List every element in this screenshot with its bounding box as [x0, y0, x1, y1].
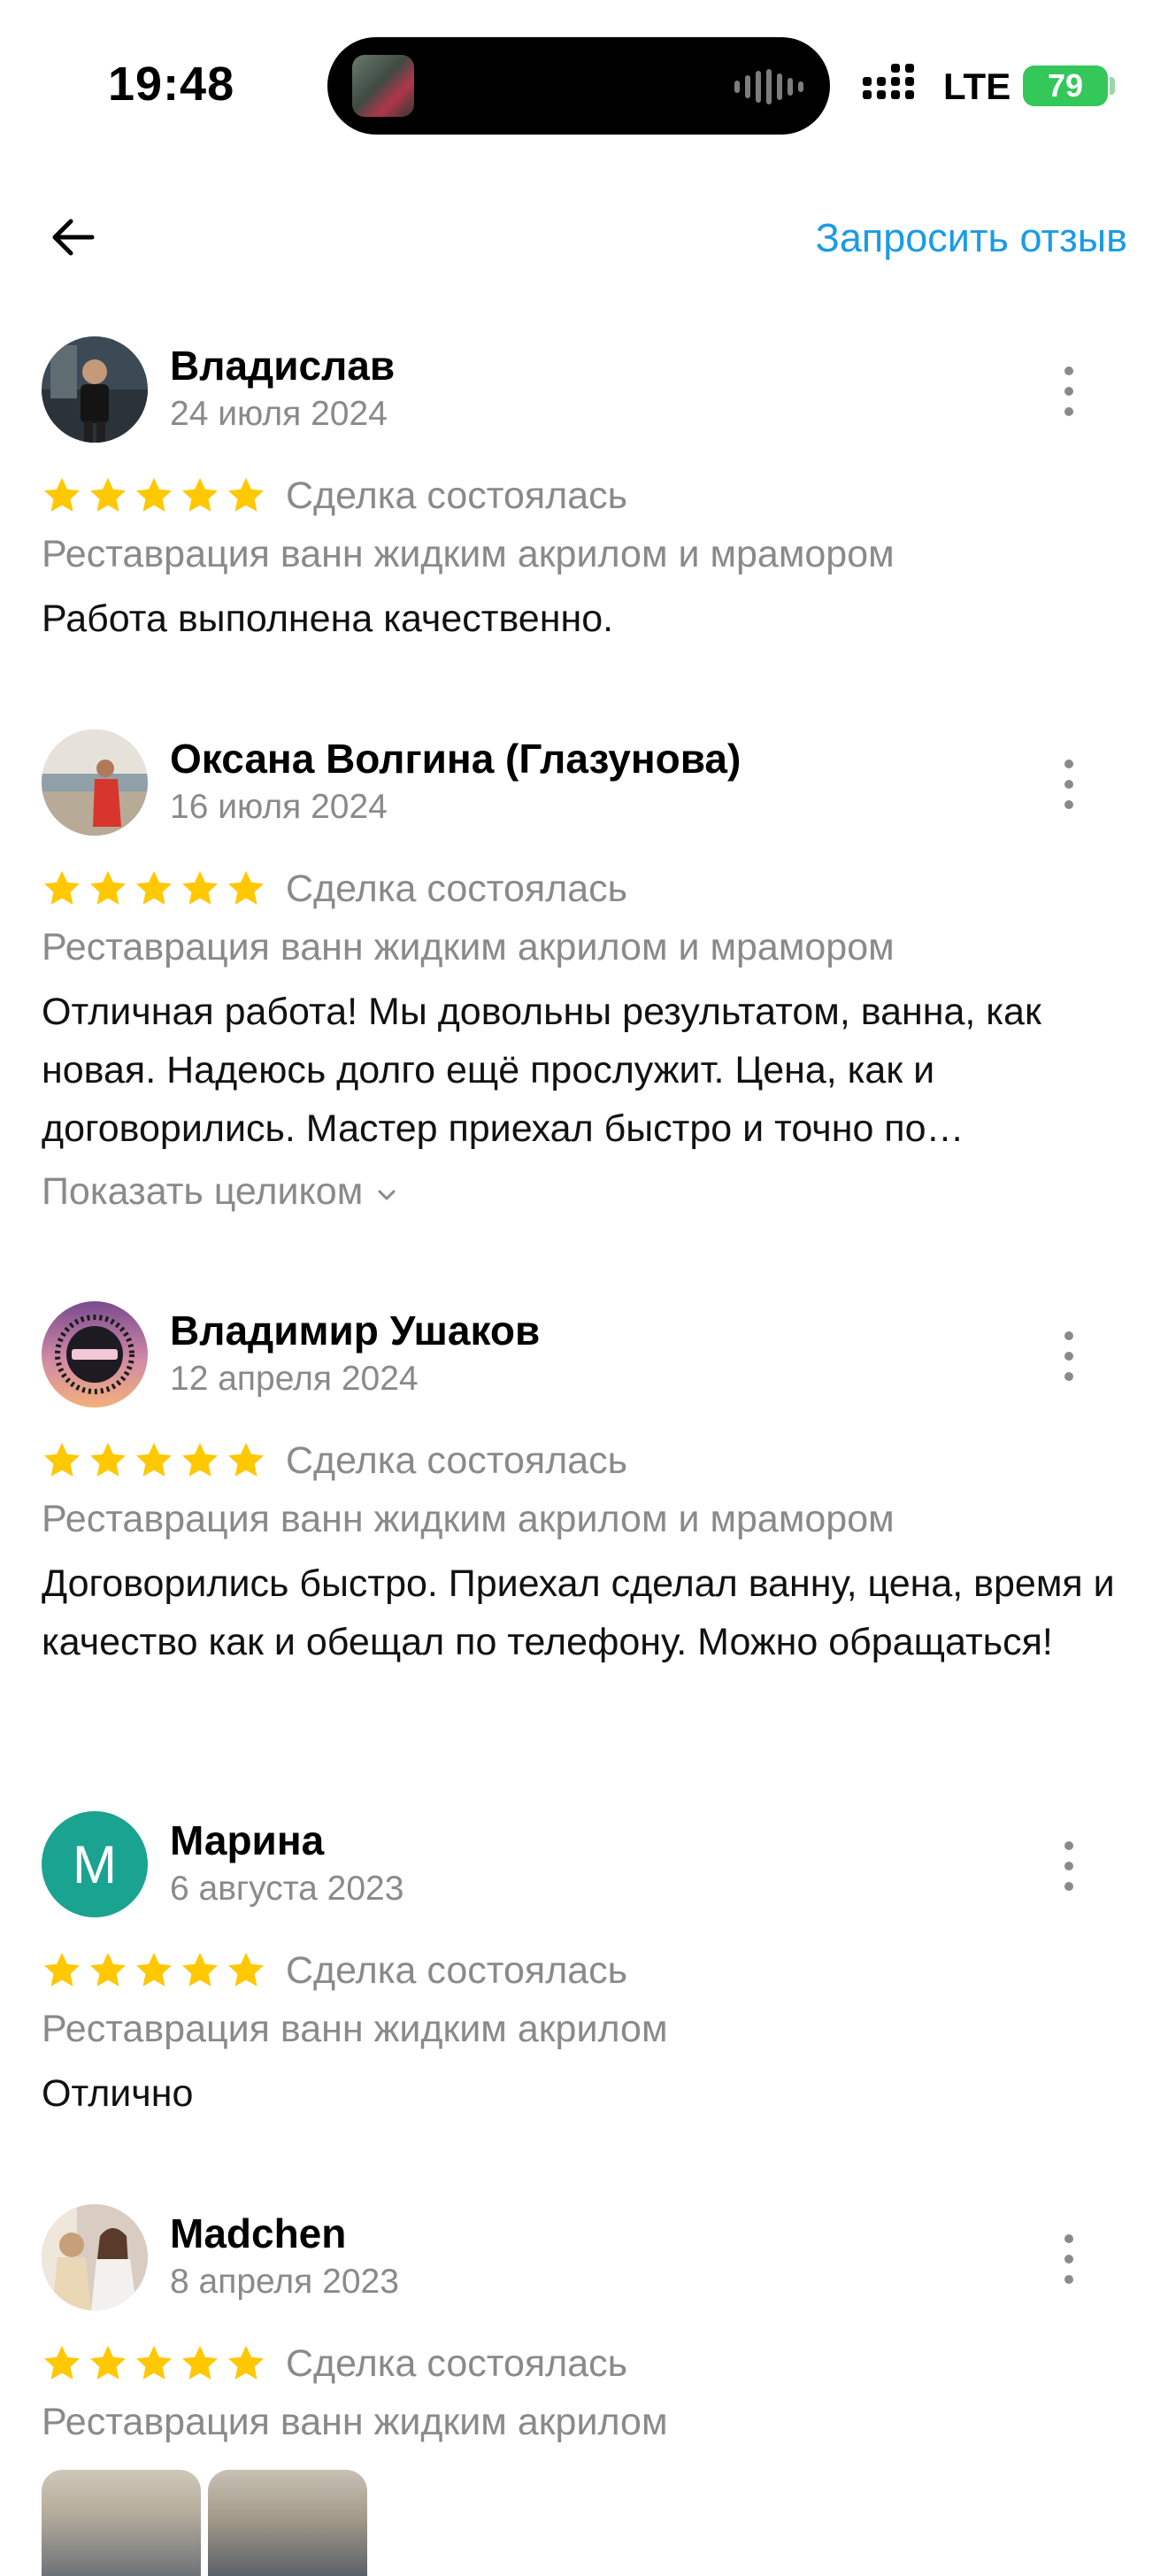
star-icon	[44, 477, 80, 512]
star-icon	[228, 477, 264, 512]
rating-row: Сделка состоялась	[42, 1434, 627, 1487]
review-text: Договорились быстро. Приехал сделал ванн…	[42, 1562, 1115, 1663]
star-icon	[90, 477, 126, 512]
star-icon	[90, 870, 126, 905]
reviewer-name: Владислав	[170, 343, 396, 389]
reviewer-name: Оксана Волгина (Глазунова)	[170, 736, 742, 782]
avatar[interactable]	[42, 729, 148, 836]
now-playing-thumbnail	[352, 55, 414, 117]
rating-stars	[42, 2343, 266, 2384]
more-options-button[interactable]	[1058, 366, 1080, 416]
service-name: Реставрация ванн жидким акрилом и мрамор…	[42, 926, 895, 968]
star-icon	[228, 2345, 264, 2379]
star-icon	[136, 870, 172, 905]
review-photo[interactable]	[208, 2470, 367, 2576]
rating-row: Сделка состоялась	[42, 469, 627, 522]
status-time: 19:48	[108, 58, 235, 111]
avatar-letter: М	[42, 1811, 148, 1917]
reviewer-name: Владимир Ушаков	[170, 1307, 541, 1354]
show-more-button[interactable]: Показать целиком	[42, 1170, 398, 1214]
star-icon	[136, 477, 172, 512]
review-date: 24 июля 2024	[170, 395, 388, 433]
star-icon	[182, 870, 218, 905]
arrow-left-icon	[52, 219, 95, 256]
star-icon	[44, 2345, 80, 2379]
more-options-button[interactable]	[1058, 760, 1080, 809]
service-name: Реставрация ванн жидким акрилом	[42, 2401, 668, 2443]
back-button[interactable]	[46, 211, 99, 264]
network-type: LTE	[943, 66, 1011, 107]
avatar[interactable]	[42, 336, 148, 443]
rating-stars	[42, 475, 266, 516]
star-icon	[228, 1952, 264, 1986]
deal-status: Сделка состоялась	[286, 2341, 628, 2385]
review-photo[interactable]	[42, 2470, 201, 2576]
star-icon	[136, 2345, 172, 2379]
review-text: Отличная работа! Мы довольны результатом…	[42, 991, 1041, 1150]
star-icon	[182, 1952, 218, 1986]
service-name: Реставрация ванн жидким акрилом и мрамор…	[42, 533, 895, 575]
rating-row: Сделка состоялась	[42, 2337, 627, 2390]
rating-stars	[42, 1950, 266, 1991]
cellular-signal-icon	[863, 64, 914, 99]
request-review-link[interactable]: Запросить отзыв	[816, 215, 1127, 261]
more-options-button[interactable]	[1058, 2234, 1080, 2284]
star-icon	[136, 1442, 172, 1477]
deal-status: Сделка состоялась	[286, 1438, 628, 1482]
reviewer-name: Марина	[170, 1817, 325, 1863]
deal-status: Сделка состоялась	[286, 474, 628, 517]
star-icon	[228, 870, 264, 905]
star-icon	[44, 1442, 80, 1477]
star-icon	[228, 1442, 264, 1477]
deal-status: Сделка состоялась	[286, 867, 628, 910]
rating-row: Сделка состоялась	[42, 1944, 627, 1997]
chevron-down-icon	[378, 1190, 396, 1199]
review-text: Отлично	[42, 2072, 194, 2115]
reviewer-name: Madchen	[170, 2210, 347, 2256]
review-date: 16 июля 2024	[170, 788, 388, 826]
review-photos	[42, 2470, 367, 2576]
star-icon	[182, 2345, 218, 2379]
service-name: Реставрация ванн жидким акрилом и мрамор…	[42, 1498, 895, 1540]
star-icon	[136, 1952, 172, 1986]
battery-cap	[1110, 77, 1115, 95]
star-icon	[44, 1952, 80, 1986]
star-icon	[90, 2345, 126, 2379]
show-more-label: Показать целиком	[42, 1170, 364, 1213]
avatar[interactable]	[42, 2204, 148, 2310]
status-bar: 19:48 LTE 79	[0, 0, 1168, 150]
avatar[interactable]	[42, 1301, 148, 1408]
rating-stars	[42, 868, 266, 909]
deal-status: Сделка состоялась	[286, 1948, 628, 1992]
review-date: 6 августа 2023	[170, 1870, 404, 1908]
battery-icon: 79	[1023, 66, 1108, 106]
more-options-button[interactable]	[1058, 1331, 1080, 1381]
review-text: Работа выполнена качественно.	[42, 598, 614, 640]
star-icon	[182, 477, 218, 512]
avatar[interactable]: М	[42, 1811, 148, 1917]
audio-waveform-icon	[734, 69, 803, 104]
rating-row: Сделка состоялась	[42, 862, 627, 915]
star-icon	[44, 870, 80, 905]
star-icon	[182, 1442, 218, 1477]
rating-stars	[42, 1440, 266, 1481]
dynamic-island[interactable]	[327, 37, 830, 135]
star-icon	[90, 1442, 126, 1477]
star-icon	[90, 1952, 126, 1986]
service-name: Реставрация ванн жидким акрилом	[42, 2008, 668, 2050]
review-date: 12 апреля 2024	[170, 1360, 419, 1398]
more-options-button[interactable]	[1058, 1841, 1080, 1891]
review-date: 8 апреля 2023	[170, 2263, 399, 2301]
